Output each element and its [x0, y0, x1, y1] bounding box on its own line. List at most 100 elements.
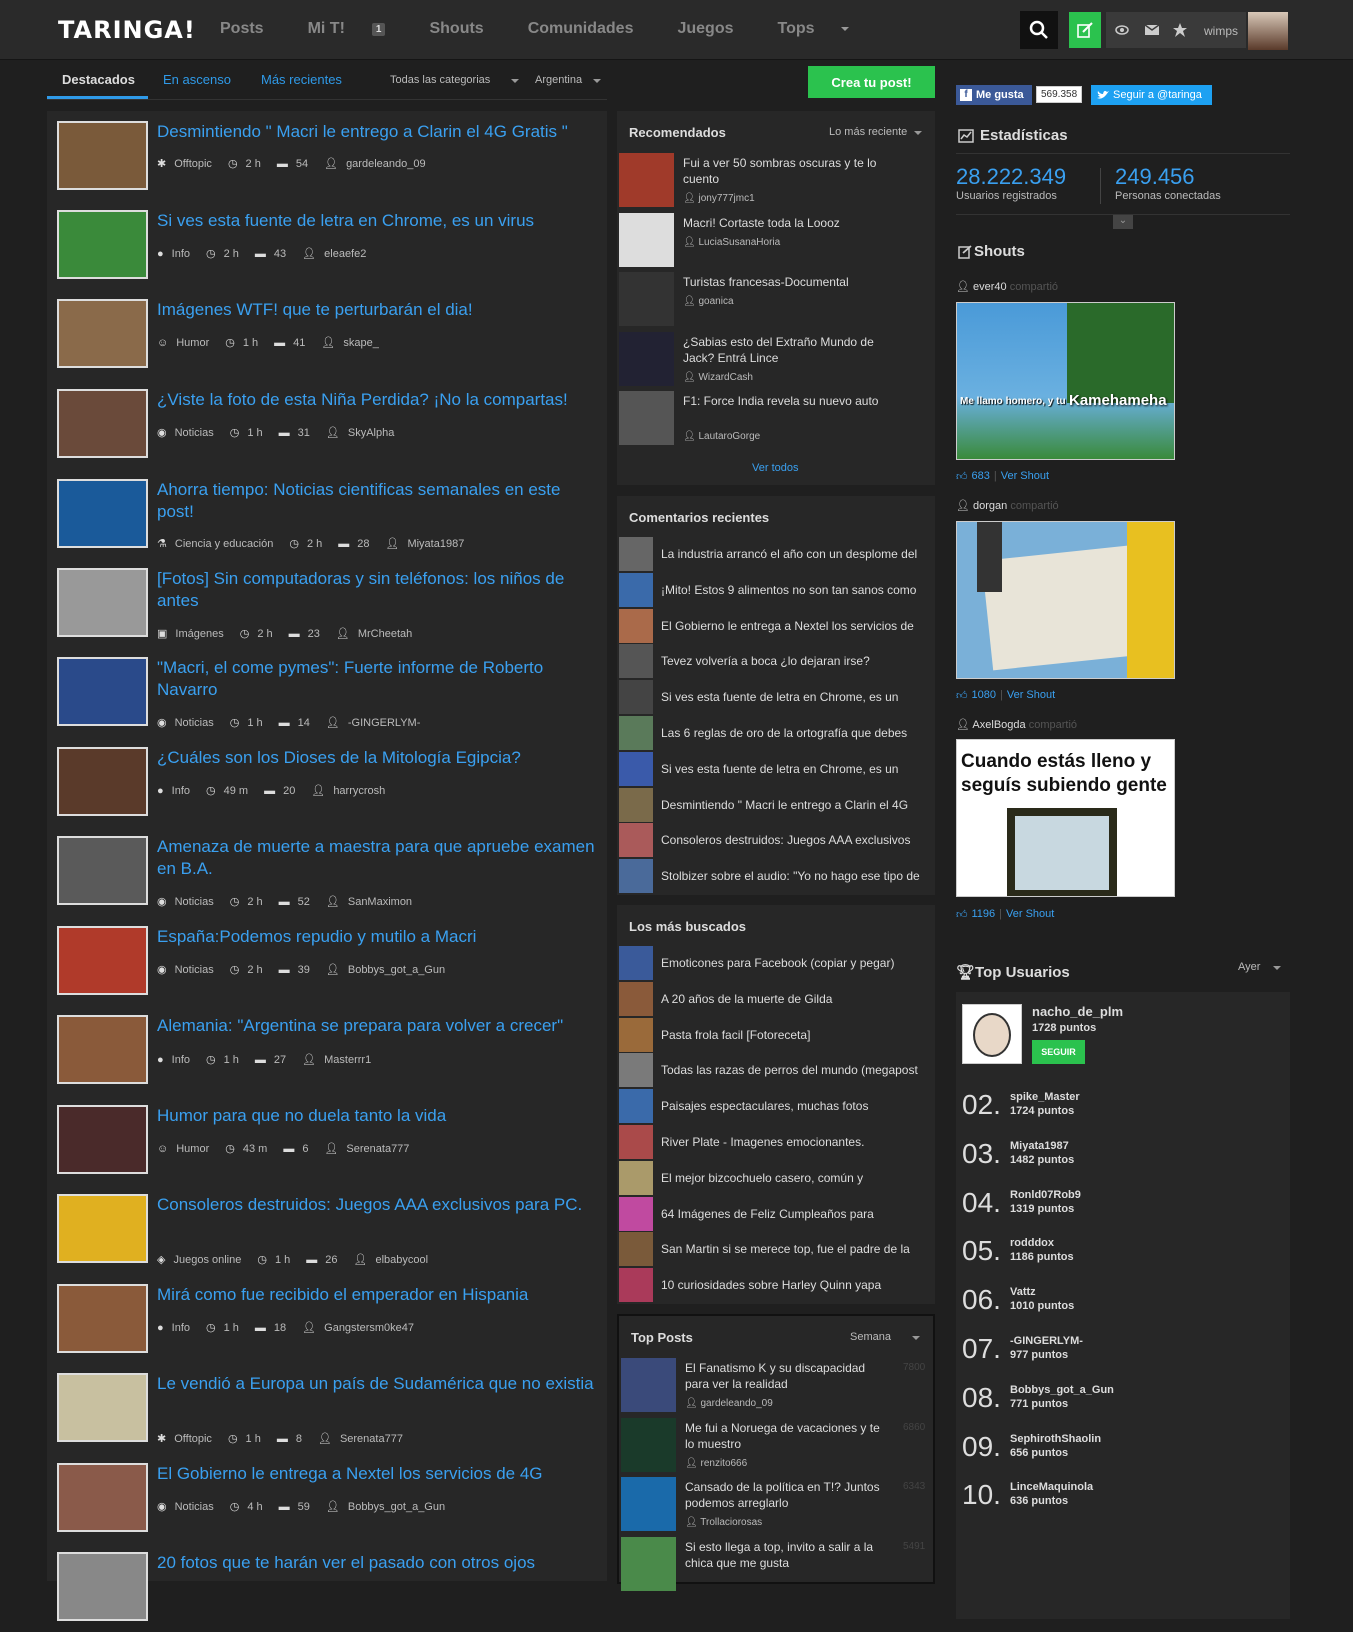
top-post-item[interactable]: Me fui a Noruega de vacaciones y te lo m… [621, 1417, 931, 1474]
tab-destacados[interactable]: Destacados [62, 72, 135, 87]
searched-item[interactable]: El mejor bizcochuelo casero, común y [619, 1160, 933, 1195]
recommended-author[interactable]: 👤︎ LuciaSusanaHoria [683, 237, 780, 248]
post-thumbnail[interactable] [57, 836, 148, 905]
post-category[interactable]: ☺ Humor [157, 337, 209, 349]
nav-shouts[interactable]: Shouts [429, 20, 505, 38]
top-user-name[interactable]: Bobbys_got_a_Gun [1010, 1384, 1114, 1396]
top-post-item[interactable]: El Fanatismo K y su discapacidad para ve… [621, 1358, 931, 1414]
comment-item[interactable]: Si ves esta fuente de letra en Chrome, e… [619, 751, 933, 786]
top-post-title[interactable]: Si esto llega a top, invito a salir a la… [685, 1539, 885, 1571]
shout-image[interactable] [956, 521, 1175, 679]
avatar[interactable] [1248, 12, 1288, 50]
top-post-author[interactable]: 👤︎ gardeleando_09 [685, 1398, 773, 1409]
searched-item[interactable]: San Martin si se merece top, fue el padr… [619, 1232, 933, 1267]
post-title[interactable]: ¿Cuáles son los Dioses de la Mitología E… [157, 747, 602, 769]
post-author[interactable]: 👤︎ elbabycool [354, 1253, 429, 1266]
nav-mi-t[interactable]: Mi T! 1 [308, 20, 408, 38]
top-user-name[interactable]: Miyata1987 [1010, 1140, 1069, 1152]
comment-text[interactable]: ¡Mito! Estos 9 alimentos no son tan sano… [661, 583, 931, 597]
searched-item[interactable]: Emoticones para Facebook (copiar y pegar… [619, 946, 933, 980]
post-author[interactable]: 👤︎ harrycrosh [311, 784, 385, 797]
shout-image[interactable]: Me llamo homero, y tu Kamehameha [956, 302, 1175, 460]
recommended-title[interactable]: Macri! Cortaste toda la Loooz [683, 215, 883, 231]
post-thumbnail[interactable] [57, 479, 148, 548]
ver-shout-link[interactable]: Ver Shout [1007, 689, 1055, 702]
username-label[interactable]: wimps [1204, 24, 1238, 38]
post-author[interactable]: 👤︎ MrCheetah [336, 627, 412, 640]
post-category[interactable]: ⚗︎ Ciencia y educación [157, 537, 273, 550]
top-users-period[interactable]: Ayer [1238, 961, 1282, 973]
ver-shout-link[interactable]: Ver Shout [1001, 470, 1049, 483]
search-button[interactable] [1020, 11, 1058, 49]
searched-text[interactable]: San Martin si se merece top, fue el padr… [661, 1242, 931, 1256]
follow-button[interactable]: SEGUIR [1032, 1040, 1085, 1064]
comment-text[interactable]: Desmintiendo " Macri le entrego a Clarin… [661, 798, 931, 812]
top-post-title[interactable]: El Fanatismo K y su discapacidad para ve… [685, 1360, 885, 1392]
recommended-author[interactable]: 👤︎ LautaroGorge [683, 431, 760, 442]
post-thumbnail[interactable] [57, 657, 148, 726]
ver-todos-link[interactable]: Ver todos [752, 462, 798, 474]
recommended-item[interactable]: Macri! Cortaste toda la Loooz 👤︎ LuciaSus… [619, 212, 929, 269]
top-post-item[interactable]: Cansado de la política en T!? Juntos pod… [621, 1477, 931, 1533]
shout-user[interactable]: AxelBogda [972, 719, 1025, 731]
post-category[interactable]: ◉ Noticias [157, 963, 214, 976]
recommended-thumbnail[interactable] [619, 331, 674, 386]
top-user-name[interactable]: nacho_de_plm [1032, 1004, 1123, 1019]
thumbs-up-icon[interactable]: 👍︎ [956, 689, 968, 702]
recommended-author[interactable]: 👤︎ WizardCash [683, 372, 753, 383]
post-title[interactable]: Si ves esta fuente de letra en Chrome, e… [157, 210, 602, 232]
top-user-name[interactable]: spike_Master [1010, 1091, 1080, 1103]
post-title[interactable]: Imágenes WTF! que te perturbarán el dia! [157, 299, 602, 321]
mail-icon[interactable] [1145, 25, 1159, 35]
searched-text[interactable]: Pasta frola facil [Fotoreceta] [661, 1028, 931, 1042]
post-author[interactable]: 👤︎ Gangstersm0ke47 [302, 1321, 414, 1334]
comment-item[interactable]: Stolbizer sobre el audio: "Yo no hago es… [619, 859, 933, 894]
nav-posts[interactable]: Posts [220, 20, 286, 38]
comment-item[interactable]: Desmintiendo " Macri le entrego a Clarin… [619, 787, 933, 822]
ver-shout-link[interactable]: Ver Shout [1006, 908, 1054, 921]
top-user-item[interactable]: 07. -GINGERLYM- 977 puntos [962, 1329, 1262, 1377]
top-user-name[interactable]: rodddox [1010, 1237, 1054, 1249]
shout-user[interactable]: dorgan [973, 500, 1007, 512]
top-user-name[interactable]: SephirothShaolin [1010, 1433, 1101, 1445]
comment-text[interactable]: El Gobierno le entrega a Nextel los serv… [661, 619, 931, 633]
comment-text[interactable]: Si ves esta fuente de letra en Chrome, e… [661, 762, 931, 776]
post-thumbnail[interactable] [57, 1284, 148, 1353]
post-title[interactable]: Amenaza de muerte a maestra para que apr… [157, 836, 602, 880]
post-thumbnail[interactable] [57, 1105, 148, 1174]
post-author[interactable]: 👤︎ Serenata777 [324, 1142, 409, 1155]
recommended-author[interactable]: 👤︎ jony777jmc1 [683, 193, 755, 204]
thumbs-up-icon[interactable]: 👍︎ [956, 908, 968, 921]
post-title[interactable]: ¿Viste la foto de esta Niña Perdida? ¡No… [157, 389, 602, 411]
taringa-logo[interactable]: TARINGA! [58, 16, 196, 44]
searched-text[interactable]: Paisajes espectaculares, muchas fotos [661, 1099, 931, 1113]
nav-tops[interactable]: Tops [778, 20, 871, 38]
top-user-name[interactable]: Vattz [1010, 1286, 1036, 1298]
top-posts-period[interactable]: Semana [850, 1331, 921, 1343]
top-user-item[interactable]: 02. spike_Master 1724 puntos [962, 1085, 1262, 1133]
searched-text[interactable]: Todas las razas de perros del mundo (meg… [661, 1063, 931, 1077]
recommended-title[interactable]: ¿Sabias esto del Extraño Mundo de Jack? … [683, 334, 883, 366]
top-post-title[interactable]: Me fui a Noruega de vacaciones y te lo m… [685, 1420, 885, 1452]
top-user-name[interactable]: -GINGERLYM- [1010, 1335, 1083, 1347]
top-post-thumbnail[interactable] [621, 1536, 676, 1591]
comment-item[interactable]: Las 6 reglas de oro de la ortografía que… [619, 716, 933, 750]
post-title[interactable]: "Macri, el come pymes": Fuerte informe d… [157, 657, 602, 701]
thumbs-up-icon[interactable]: 👍︎ [956, 470, 968, 483]
top-user-item[interactable]: 04. Ronld07Rob9 1319 puntos [962, 1183, 1262, 1231]
searched-item[interactable]: 10 curiosidades sobre Harley Quinn yapa [619, 1268, 933, 1303]
searched-text[interactable]: River Plate - Imagenes emocionantes. [661, 1135, 931, 1149]
post-thumbnail[interactable] [57, 210, 148, 279]
post-category[interactable]: ▣ Imágenes [157, 627, 224, 640]
searched-text[interactable]: El mejor bizcochuelo casero, común y [661, 1171, 931, 1185]
comment-item[interactable]: La industria arrancó el año con un despl… [619, 537, 933, 571]
searched-item[interactable]: River Plate - Imagenes emocionantes. [619, 1125, 933, 1159]
stats-toggle[interactable]: ⌄ [1113, 215, 1133, 229]
post-thumbnail[interactable] [57, 121, 148, 190]
new-post-button[interactable] [1069, 12, 1101, 48]
post-thumbnail[interactable] [57, 1194, 148, 1263]
shout-image[interactable]: Cuando estás lleno y seguís subiendo gen… [956, 739, 1175, 897]
recommended-title[interactable]: F1: Force India revela su nuevo auto [683, 393, 883, 409]
post-title[interactable]: Mirá como fue recibido el emperador en H… [157, 1284, 602, 1306]
post-title[interactable]: Humor para que no duela tanto la vida [157, 1105, 602, 1127]
